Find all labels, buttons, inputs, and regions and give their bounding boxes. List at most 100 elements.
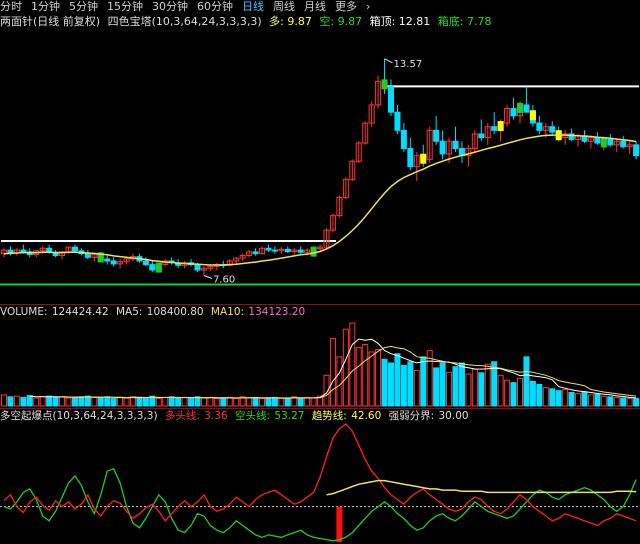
box-bottom-value: 7.78 xyxy=(467,15,492,28)
candle-body xyxy=(400,129,407,149)
stock-name: 两面针(日线 前复权) xyxy=(0,15,101,28)
volume-bar xyxy=(65,397,72,407)
ma10-label: MA10: xyxy=(210,306,245,318)
chevron-right-icon[interactable]: › xyxy=(366,0,370,14)
volume-bar xyxy=(626,398,633,407)
period-tab-bar: 分时 1分钟 5分钟 15分钟 30分钟 60分钟 日线 周线 月线 更多 › xyxy=(0,0,640,14)
box-bottom-label: 箱底: xyxy=(437,15,464,28)
volume-bar xyxy=(220,397,227,407)
osc-l3-value: 42.60 xyxy=(351,410,382,422)
volume-bar xyxy=(336,356,343,407)
volume-bar xyxy=(458,362,465,407)
tab-4[interactable]: 30分钟 xyxy=(152,0,188,14)
volume-bar xyxy=(381,358,388,407)
volume-bar xyxy=(420,356,427,407)
tab-5[interactable]: 60分钟 xyxy=(197,0,233,14)
volume-bar xyxy=(594,393,601,407)
volume-bar xyxy=(394,353,401,407)
volume-bar xyxy=(188,398,195,407)
tab-8[interactable]: 月线 xyxy=(304,0,326,14)
volume-header: VOLUME: 124424.42 MA5: 108400.80 MA10: 1… xyxy=(0,306,309,318)
candle-body xyxy=(297,249,304,253)
tab-3[interactable]: 15分钟 xyxy=(107,0,143,14)
candle-body xyxy=(491,126,498,131)
osc-l3-label: 趋势线: xyxy=(311,410,347,422)
tab-6[interactable]: 日线 xyxy=(242,0,264,14)
volume-bar xyxy=(13,395,20,407)
price-chart[interactable]: 13.57 7.60 xyxy=(0,28,640,303)
oscillator-header: 多空起爆点(10,3,64,24,3,3,3,3) 多头线: 3.36 空头线:… xyxy=(0,410,473,422)
volume-bar xyxy=(400,364,407,407)
candle-body xyxy=(388,86,394,113)
long-line xyxy=(3,423,637,527)
volume-bar xyxy=(181,396,188,407)
osc-name: 多空起爆点(10,3,64,24,3,3,3,3) xyxy=(0,410,158,422)
volume-bar xyxy=(517,377,523,407)
volume-bar xyxy=(452,366,459,407)
candle-body xyxy=(407,147,414,168)
volume-bar xyxy=(510,382,517,407)
volume-bar xyxy=(362,344,369,407)
volume-bar xyxy=(620,397,627,407)
volume-bar xyxy=(613,396,620,407)
candle-body xyxy=(633,144,640,157)
volume-bar xyxy=(162,396,169,407)
candle-body xyxy=(84,253,91,258)
volume-bar xyxy=(607,396,614,407)
candle-body xyxy=(394,111,401,131)
candle-body xyxy=(265,247,272,251)
volume-bar xyxy=(633,397,640,407)
volume-bar xyxy=(59,396,66,407)
volume-bar xyxy=(104,396,111,407)
trend-line xyxy=(326,479,637,496)
panel-divider xyxy=(0,408,640,409)
candle-body xyxy=(149,264,156,271)
volume-bar xyxy=(168,396,175,407)
ma5-value: 108400.80 xyxy=(146,306,204,318)
tab-2[interactable]: 5分钟 xyxy=(69,0,98,14)
volume-chart[interactable] xyxy=(0,318,640,408)
osc-l4-label: 强弱分界: xyxy=(388,410,435,422)
candle-body xyxy=(284,248,291,253)
long-value: 9.87 xyxy=(287,15,312,28)
long-label: 多: xyxy=(269,15,284,28)
volume-bar xyxy=(600,395,607,407)
candle-body xyxy=(523,104,530,113)
volume-bar xyxy=(20,396,27,407)
short-value: 9.87 xyxy=(337,15,363,28)
volume-bar xyxy=(271,396,278,407)
tab-9[interactable]: 更多 xyxy=(335,0,357,14)
candle-body xyxy=(607,138,614,146)
oscillator-chart[interactable] xyxy=(0,422,640,544)
volume-bar xyxy=(587,394,594,407)
osc-l2-value: 53.27 xyxy=(274,410,305,422)
candle-body xyxy=(104,258,111,262)
tab-1[interactable]: 1分钟 xyxy=(31,0,60,14)
volume-bar xyxy=(504,379,511,407)
volume-bar xyxy=(259,398,265,407)
volume-bar xyxy=(246,397,253,407)
signal-marker xyxy=(155,262,162,273)
volume-bar xyxy=(542,387,549,407)
candle-body xyxy=(71,246,78,252)
volume-bar xyxy=(194,396,201,407)
high-price-label: 13.57 xyxy=(394,59,423,70)
osc-l1-value: 3.36 xyxy=(204,410,228,422)
volume-bar xyxy=(284,397,291,407)
tab-0[interactable]: 分时 xyxy=(0,0,22,14)
volume-bar xyxy=(368,351,375,407)
volume-bar xyxy=(46,395,53,407)
volume-bar xyxy=(433,367,440,407)
volume-bar xyxy=(388,362,394,407)
formula-name: 四色宝塔(10,3,64,24,3,3,3,3) xyxy=(107,15,262,28)
candle-body xyxy=(510,108,517,117)
volume-bar xyxy=(349,322,356,407)
tab-7[interactable]: 周线 xyxy=(273,0,295,14)
volume-bar xyxy=(213,398,220,407)
osc-l4-value: 30.00 xyxy=(438,410,469,422)
candle-body xyxy=(452,140,459,149)
volume-bar xyxy=(575,393,582,407)
volume-bar xyxy=(529,380,536,407)
volume-bar xyxy=(329,337,336,407)
volume-bar xyxy=(39,396,46,407)
